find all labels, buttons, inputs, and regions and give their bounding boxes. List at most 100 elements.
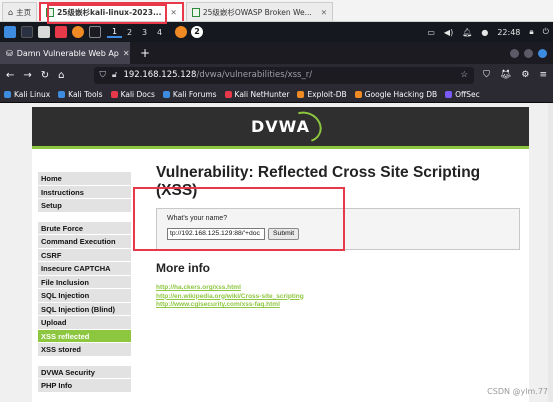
vulnerable-form: What's your name? tp://192.168.125.129:8… — [156, 208, 520, 250]
power-icon[interactable]: ⏻ — [543, 27, 549, 37]
bookmark-exploit-db[interactable]: Exploit-DB — [297, 90, 347, 99]
home-icon[interactable]: ⌂ — [58, 70, 64, 81]
name-input[interactable]: tp://192.168.125.129:88/'+doc — [167, 228, 265, 240]
firefox-nav-bar: ← → ↻ ⌂ ⛉ 🔓︎ 192.168.125.128/dvwa/vulner… — [0, 64, 553, 86]
host-tab-label: 25级嵌杉OWASP Broken We... — [202, 7, 312, 17]
csdn-watermark: CSDN @ylm.77 — [487, 387, 548, 396]
menu-item-dvwa-security[interactable]: DVWA Security — [38, 365, 131, 379]
bookmark-icon — [162, 90, 170, 98]
terminal-dropdown-icon[interactable] — [89, 26, 101, 38]
menu-item-setup[interactable]: Setup — [38, 199, 131, 213]
more-info-heading: More info — [156, 261, 210, 275]
bookmark-icon — [445, 90, 453, 98]
submit-button[interactable]: Submit — [268, 228, 300, 240]
name-label: What's your name? — [167, 215, 228, 222]
menu-item-php-info[interactable]: PHP Info — [38, 379, 131, 393]
host-tab-owasp[interactable]: 25级嵌杉OWASP Broken We... ✕ — [185, 2, 334, 21]
url-bar[interactable]: ⛉ 🔓︎ 192.168.125.128/dvwa/vulnerabilitie… — [93, 66, 475, 84]
menu-group-main: Home Instructions Setup — [38, 172, 131, 213]
url-path: /dvwa/vulnerabilities/xss_r/ — [196, 70, 313, 80]
dvwa-main: Vulnerability: Reflected Cross Site Scri… — [156, 164, 524, 310]
close-icon[interactable]: ✕ — [321, 8, 327, 17]
menu-group-vulnerabilities: Brute Force Command Execution CSRF Insec… — [38, 221, 131, 357]
workspace-switcher[interactable]: 1 2 3 4 — [107, 27, 167, 38]
firefox-taskbar-icon[interactable] — [175, 26, 187, 38]
menu-item-instructions[interactable]: Instructions — [38, 185, 131, 199]
page-scrollbar[interactable] — [548, 103, 553, 402]
workspace-1[interactable]: 1 — [107, 27, 122, 38]
firefox-tab-bar: ⛁ Damn Vulnerable Web Ap ✕ + — [0, 42, 553, 64]
menu-item-sql-injection-blind[interactable]: SQL Injection (Blind) — [38, 302, 131, 316]
menu-item-sql-injection[interactable]: SQL Injection — [38, 289, 131, 303]
page-viewport: DVWA Home Instructions Setup Brute Force… — [0, 103, 553, 402]
bookmark-kali-linux[interactable]: Kali Linux — [4, 90, 50, 99]
menu-icon[interactable]: ≡ — [539, 70, 547, 80]
bookmark-kali-nethunter[interactable]: Kali NetHunter — [224, 90, 289, 99]
vm-page-icon — [46, 8, 55, 17]
firefox-tab-title: Damn Vulnerable Web Ap — [16, 48, 119, 58]
bookmark-google-hacking-db[interactable]: Google Hacking DB — [354, 90, 437, 99]
maximize-icon[interactable] — [524, 48, 533, 58]
screen-icon[interactable]: ▭ — [427, 28, 435, 37]
bookmarks-toolbar: Kali Linux Kali Tools Kali Docs Kali For… — [0, 86, 553, 103]
url-host: 192.168.125.128 — [123, 70, 197, 80]
menu-item-xss-stored[interactable]: XSS stored — [38, 343, 131, 357]
menu-group-settings: DVWA Security PHP Info — [38, 365, 131, 393]
bell-icon[interactable]: 🔔︎ — [462, 28, 472, 37]
workspace-3[interactable]: 3 — [137, 28, 152, 37]
shield-icon[interactable]: ⛉ — [100, 70, 106, 80]
menu-item-insecure-captcha[interactable]: Insecure CAPTCHA — [38, 262, 131, 276]
bookmark-icon — [354, 90, 362, 98]
pocket-icon[interactable]: ⛉ — [483, 70, 490, 80]
dvwa-menu: Home Instructions Setup Brute Force Comm… — [38, 172, 131, 402]
insecure-lock-icon[interactable]: 🔓︎ — [112, 70, 118, 80]
dvwa-favicon-icon: ⛁ — [6, 48, 13, 58]
kali-menu-icon[interactable] — [4, 26, 16, 38]
firefox-icon[interactable] — [72, 26, 84, 38]
volume-icon[interactable]: ◀) — [444, 28, 453, 37]
text-editor-icon[interactable] — [55, 26, 67, 38]
close-window-icon[interactable] — [538, 48, 547, 58]
terminal-icon[interactable] — [21, 26, 33, 38]
bookmark-kali-forums[interactable]: Kali Forums — [162, 90, 217, 99]
host-tab-home[interactable]: ⌂ 主页 — [2, 2, 38, 21]
files-icon[interactable] — [38, 26, 50, 38]
extension-icon[interactable]: 🦊︎ — [500, 70, 511, 80]
close-icon[interactable]: ✕ — [123, 49, 130, 58]
bookmark-icon — [58, 90, 66, 98]
workspace-2[interactable]: 2 — [122, 28, 137, 37]
menu-item-xss-reflected[interactable]: XSS reflected — [38, 329, 131, 343]
clock-icon: ● — [481, 27, 489, 37]
menu-item-home[interactable]: Home — [38, 172, 131, 186]
link-cgisecurity[interactable]: http://www.cgisecurity.com/xss-faq.html — [156, 301, 524, 310]
clock-time[interactable]: 22:48 — [497, 28, 520, 37]
menu-item-csrf[interactable]: CSRF — [38, 248, 131, 262]
lock-icon[interactable]: 🔒︎ — [529, 27, 533, 37]
extension-icon-2[interactable]: ⚙ — [521, 70, 529, 80]
reload-icon[interactable]: ↻ — [41, 70, 49, 81]
bookmark-icon — [110, 90, 118, 98]
menu-item-command-execution[interactable]: Command Execution — [38, 235, 131, 249]
link-wikipedia-xss[interactable]: http://en.wikipedia.org/wiki/Cross-site_… — [156, 293, 524, 302]
dvwa-page: DVWA Home Instructions Setup Brute Force… — [32, 107, 529, 402]
back-icon[interactable]: ← — [6, 70, 14, 81]
menu-item-brute-force[interactable]: Brute Force — [38, 221, 131, 235]
forward-icon[interactable]: → — [23, 70, 31, 81]
host-tab-strip: ⌂ 主页 25级嵌杉kali-linux-2023... ✕ 25级嵌杉OWAS… — [0, 0, 553, 22]
home-icon: ⌂ — [8, 7, 14, 17]
host-tab-kali[interactable]: 25级嵌杉kali-linux-2023... ✕ — [39, 2, 184, 21]
close-icon[interactable]: ✕ — [171, 8, 177, 17]
bookmark-kali-docs[interactable]: Kali Docs — [110, 90, 155, 99]
new-tab-icon[interactable]: + — [140, 46, 150, 60]
bookmark-offsec[interactable]: OffSec — [445, 90, 480, 99]
minimize-icon[interactable] — [510, 48, 519, 58]
menu-item-file-inclusion[interactable]: File Inclusion — [38, 275, 131, 289]
notification-badge[interactable]: 2 — [191, 26, 203, 38]
firefox-tab-dvwa[interactable]: ⛁ Damn Vulnerable Web Ap ✕ — [0, 42, 130, 64]
menu-item-upload[interactable]: Upload — [38, 316, 131, 330]
bookmark-star-icon[interactable]: ☆ — [461, 70, 469, 80]
link-ha-ckers[interactable]: http://ha.ckers.org/xss.html — [156, 284, 524, 293]
workspace-4[interactable]: 4 — [152, 28, 167, 37]
bookmark-kali-tools[interactable]: Kali Tools — [58, 90, 103, 99]
vm-page-icon — [191, 7, 200, 17]
